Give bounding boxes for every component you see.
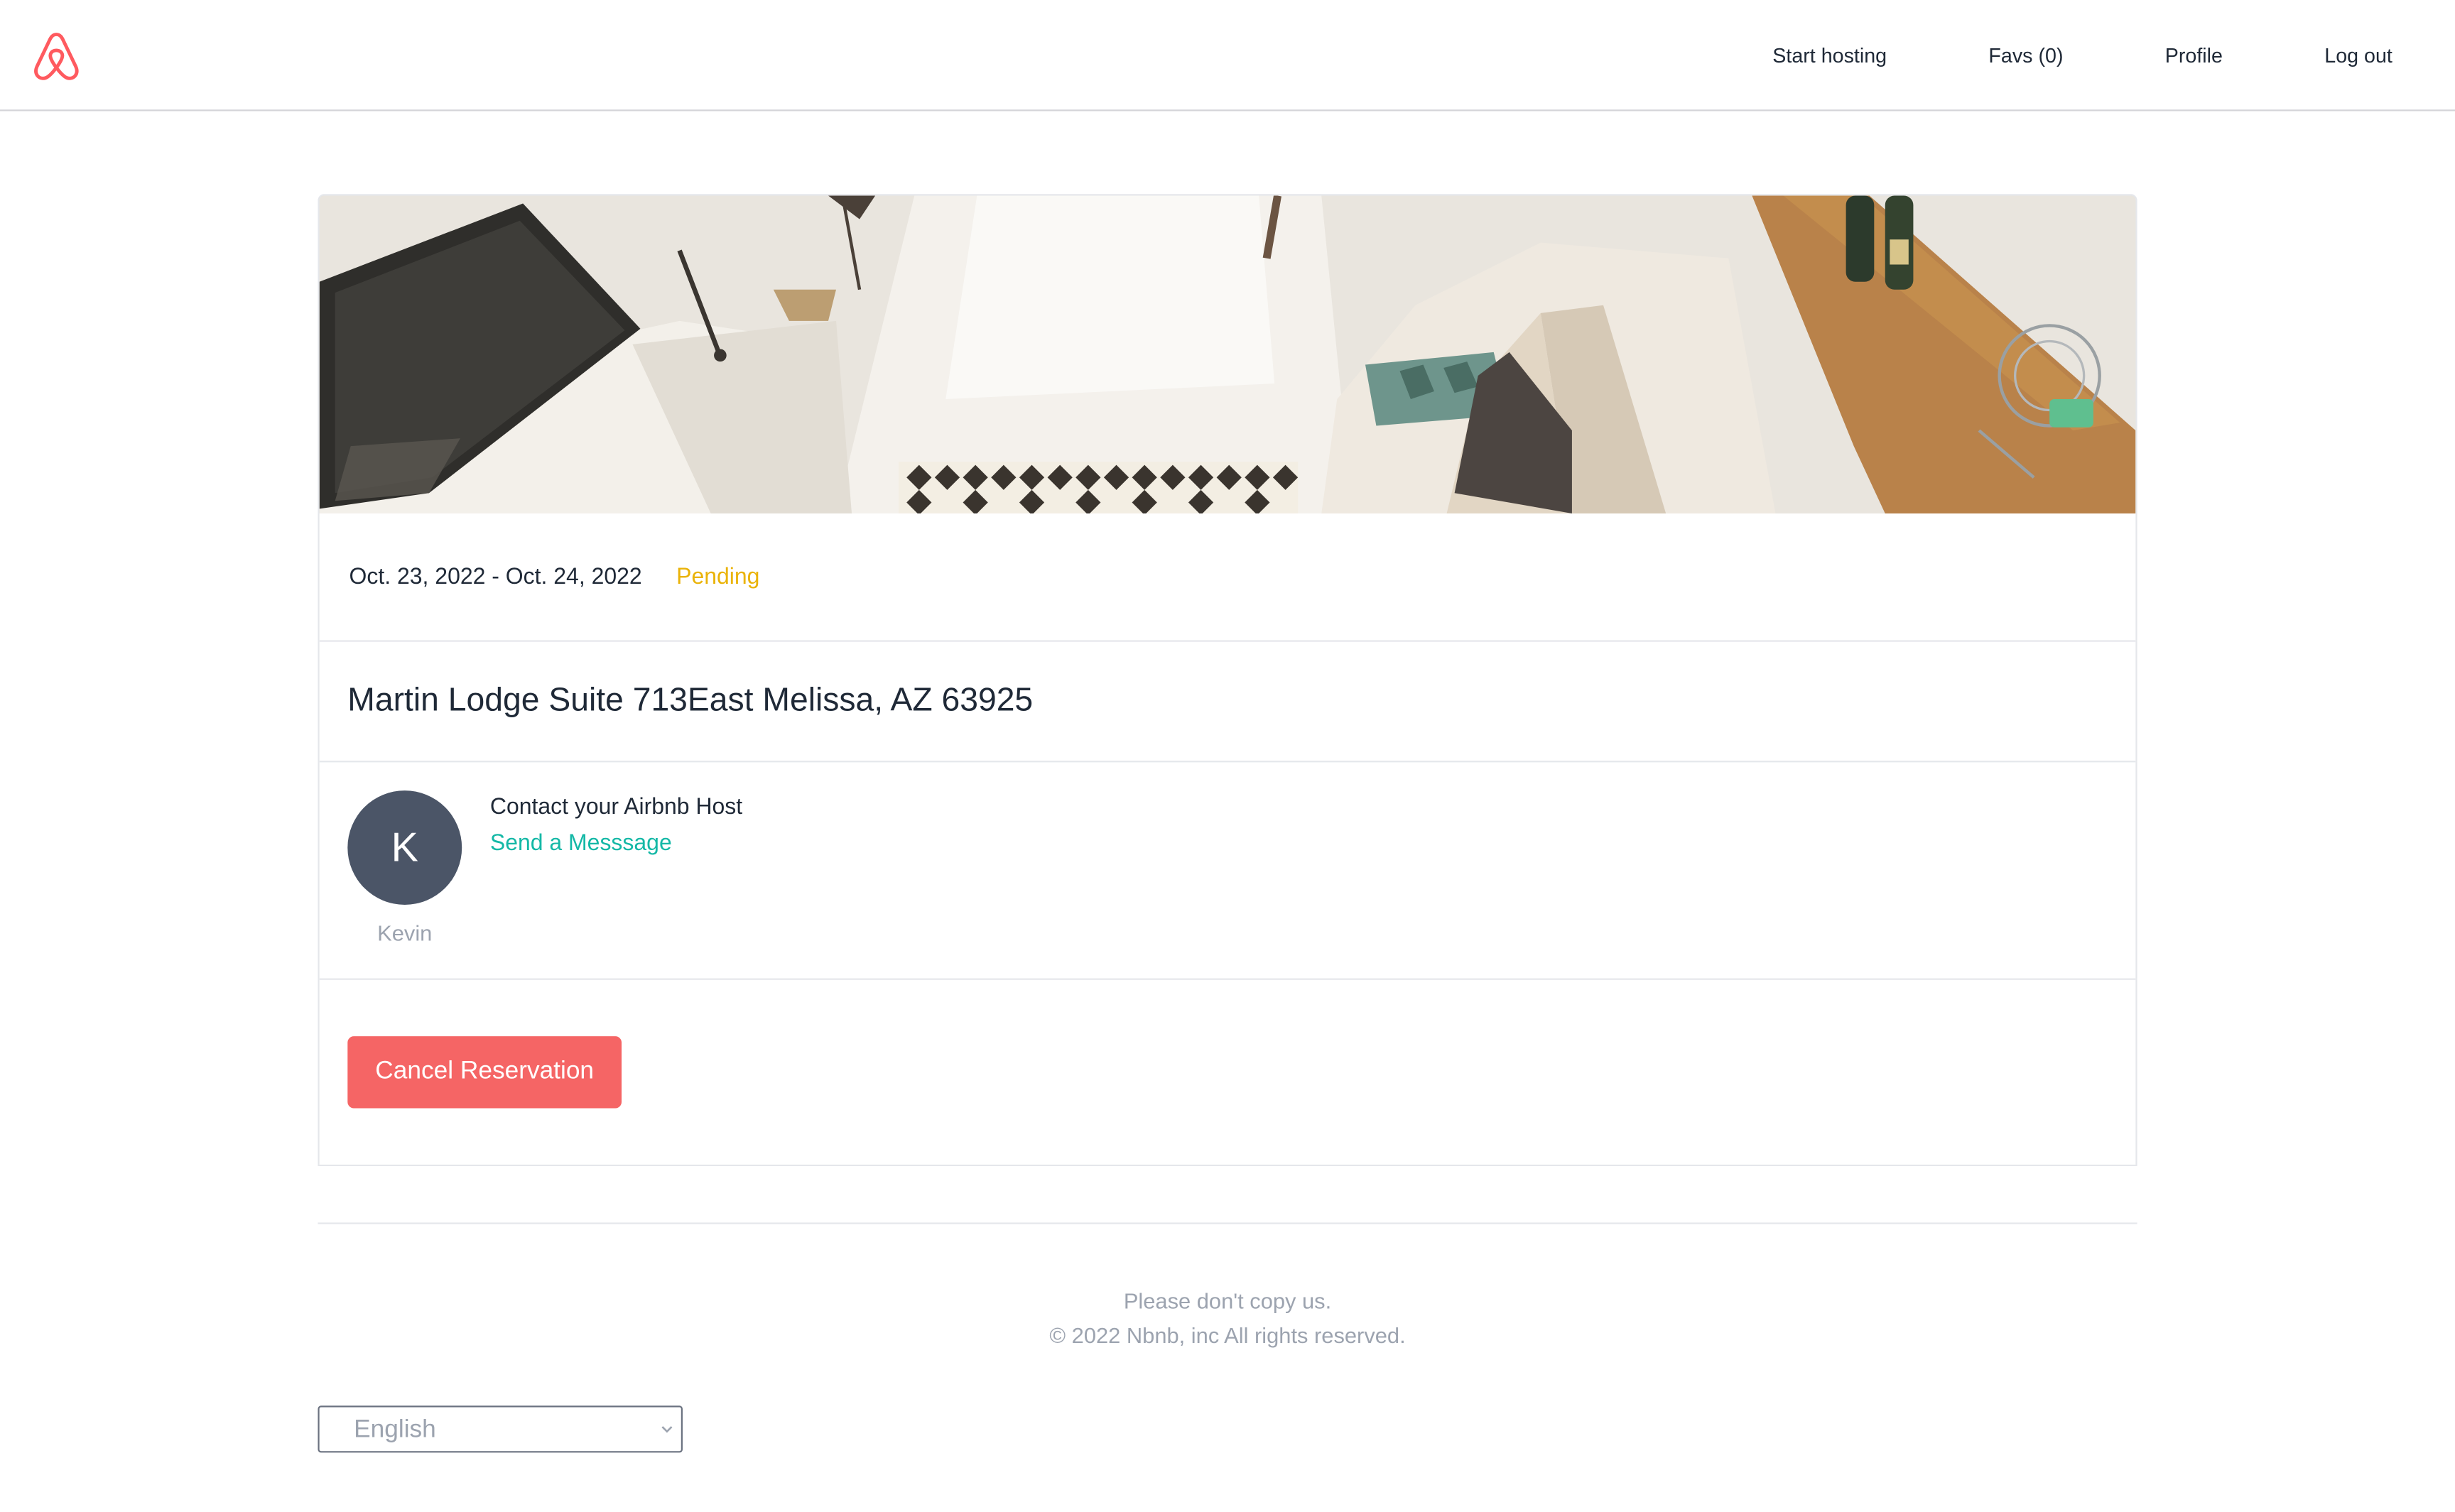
language-select-value: English (354, 1416, 436, 1444)
room-photo (319, 195, 2136, 513)
contact-host-title: Contact your Airbnb Host (489, 795, 743, 820)
footer-text: Please don't copy us. © 2022 Nbnb, inc A… (318, 1283, 2137, 1352)
room-photo-illustration (319, 195, 2136, 513)
airbnb-logo-icon-svg (34, 33, 79, 80)
listing-address: Martin Lodge Suite 713East Melissa, AZ 6… (347, 682, 1034, 719)
nav-start-hosting[interactable]: Start hosting (1772, 44, 1887, 67)
top-navbar: Start hosting Favs (0) Profile Log out (0, 0, 2455, 112)
host-section: K Kevin Contact your Airbnb Host Send a … (319, 762, 2136, 980)
footer-line-1: Please don't copy us. (1123, 1288, 1332, 1314)
avatar: K (347, 790, 462, 905)
host-name: Kevin (377, 920, 433, 946)
dates-row: Oct. 23, 2022 - Oct. 24, 2022 Pending (319, 513, 2136, 642)
footer-copyright: © 2022 Nbnb, inc All rights reserved. (1049, 1322, 1406, 1348)
send-message-link[interactable]: Send a Messsage (490, 831, 672, 856)
airbnb-logo-icon[interactable] (31, 30, 82, 83)
language-select[interactable]: English (318, 1405, 683, 1453)
nav-links: Start hosting Favs (0) Profile Log out (1671, 0, 2392, 111)
footer-divider (318, 1222, 2137, 1224)
chevron-down-icon (661, 1426, 673, 1433)
address-row: Martin Lodge Suite 713East Melissa, AZ 6… (319, 642, 2136, 763)
nav-favs[interactable]: Favs (0) (1988, 44, 2063, 67)
status-badge: Pending (676, 564, 760, 589)
cancel-reservation-button[interactable]: Cancel Reservation (347, 1036, 622, 1109)
actions-row: Cancel Reservation (320, 980, 2136, 1165)
reservation-dates: Oct. 23, 2022 - Oct. 24, 2022 (349, 564, 642, 589)
reservation-card: Oct. 23, 2022 - Oct. 24, 2022 Pending Ma… (318, 194, 2137, 1167)
nav-log-out[interactable]: Log out (2324, 44, 2392, 67)
nav-profile[interactable]: Profile (2165, 44, 2223, 67)
page: Start hosting Favs (0) Profile Log out O… (0, 0, 2455, 1512)
